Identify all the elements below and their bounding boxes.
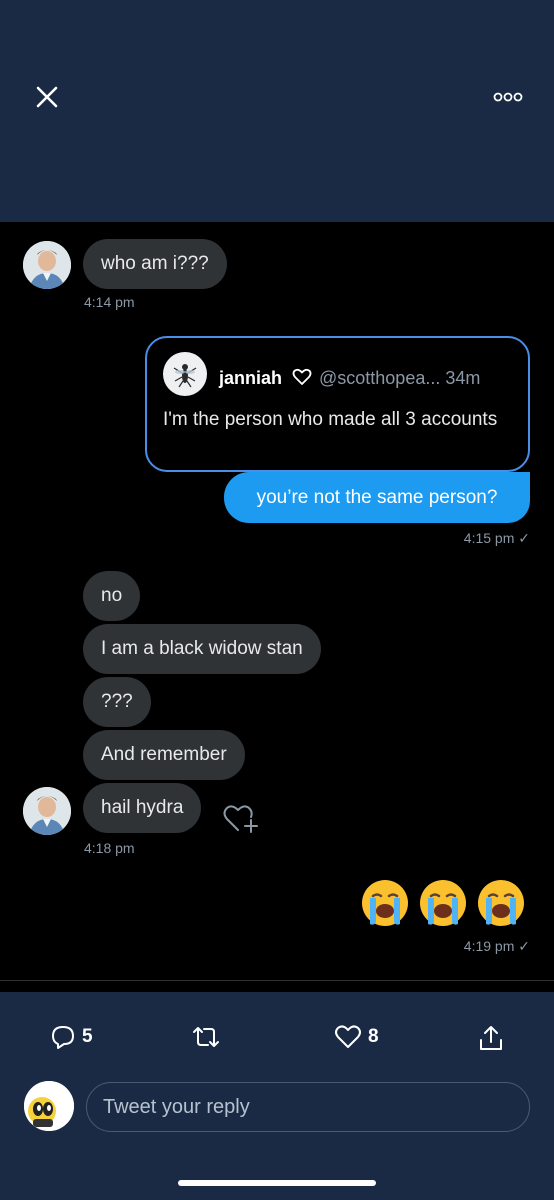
heart-icon: [335, 1025, 361, 1048]
message-text: I am a black widow stan: [101, 638, 303, 659]
person-avatar-image: [23, 241, 71, 289]
current-user-avatar[interactable]: [24, 1081, 74, 1131]
message-bubble[interactable]: who am i???: [83, 239, 227, 289]
quoted-tweet-card[interactable]: janniah @scotthopea... 34m I'm the perso…: [145, 336, 530, 472]
sender-avatar[interactable]: [23, 787, 71, 835]
share-icon: [480, 1026, 502, 1050]
insect-icon: [173, 364, 197, 388]
divider: [0, 980, 554, 981]
emoji-message[interactable]: [360, 878, 526, 928]
heart-outline-icon: [292, 368, 312, 385]
outgoing-message-timestamp: 4:15 pm ✓: [463, 530, 530, 546]
message-text: And remember: [101, 744, 227, 765]
emoji-message-timestamp: 4:19 pm ✓: [463, 938, 530, 954]
quoted-tweet-text: I'm the person who made all 3 accounts: [163, 409, 498, 430]
bottom-bar: 5 8: [0, 992, 554, 1200]
add-reaction-icon[interactable]: [222, 800, 262, 834]
share-button[interactable]: [478, 1024, 504, 1052]
more-horizontal-icon: [493, 92, 523, 102]
reply-input[interactable]: [86, 1082, 530, 1132]
message-bubble[interactable]: I am a black widow stan: [83, 624, 321, 674]
conversation: who am i??? 4:14 pm janniah @scotthopea.…: [0, 222, 554, 992]
message-timestamp: 4:14 pm: [84, 294, 135, 310]
message-text: no: [101, 585, 123, 606]
message-bubble[interactable]: no: [83, 571, 141, 621]
close-button[interactable]: [30, 80, 64, 114]
quoted-tweet-handle-and-age: @scotthopea... 34m: [319, 368, 480, 389]
message-text: hail hydra: [101, 797, 184, 818]
quoted-tweet-avatar: [163, 352, 207, 396]
loudly-crying-face-icon: [362, 880, 408, 926]
cartoon-avatar-image: [24, 1081, 74, 1131]
top-bar: [0, 0, 554, 222]
message-timestamp: 4:18 pm: [84, 840, 135, 856]
retweet-icon: [193, 1027, 219, 1047]
like-button[interactable]: 8: [334, 1024, 379, 1050]
outgoing-message-text: you’re not the same person?: [256, 486, 498, 508]
quoted-tweet-age: 34m: [445, 368, 481, 388]
retweet-button[interactable]: [190, 1024, 228, 1050]
more-options-button[interactable]: [490, 85, 526, 109]
person-avatar-image: [23, 787, 71, 835]
sender-avatar[interactable]: [23, 241, 71, 289]
reply-button[interactable]: 5: [50, 1024, 93, 1050]
quoted-tweet-handle: @scotthopea...: [319, 368, 441, 388]
close-icon: [36, 86, 58, 108]
loudly-crying-face-icon: [478, 880, 524, 926]
loudly-crying-face-icon: [420, 880, 466, 926]
home-indicator: [178, 1180, 376, 1186]
reply-count: 5: [82, 1026, 93, 1047]
outgoing-message-bubble[interactable]: you’re not the same person?: [224, 472, 530, 523]
reply-icon: [52, 1026, 74, 1049]
message-text: who am i???: [101, 253, 209, 274]
message-text: ???: [101, 691, 133, 712]
message-bubble[interactable]: hail hydra: [83, 783, 202, 833]
message-bubble[interactable]: And remember: [83, 730, 245, 780]
message-bubble[interactable]: ???: [83, 677, 151, 727]
quoted-tweet-name: janniah: [219, 368, 283, 388]
like-count: 8: [368, 1026, 379, 1047]
